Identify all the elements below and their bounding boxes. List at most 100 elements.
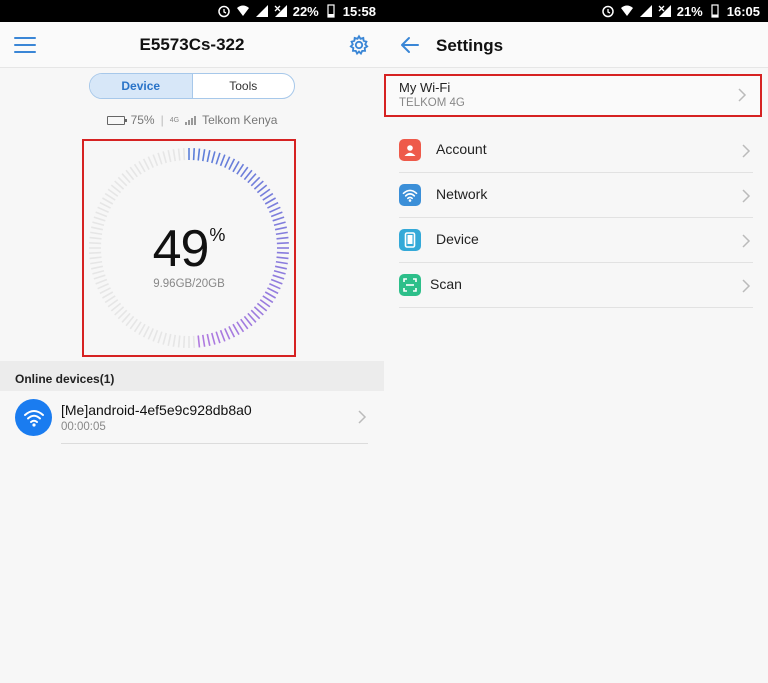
gauge-tick-used [211,151,216,164]
carrier-name: Telkom Kenya [202,113,278,127]
gauge-tick-used [267,201,279,209]
scan-icon [399,274,421,296]
gauge-tick-remaining [167,150,172,163]
network-type: 4G [169,116,180,124]
status-bar: 21% 16:05 [384,0,768,22]
separator: | [160,113,164,127]
tab-device[interactable]: Device [90,74,193,98]
usage-amount: 9.96GB/20GB [153,278,225,290]
gauge-tick-remaining [104,192,116,201]
gauge-tick-remaining [152,329,159,342]
gauge-tick-remaining [97,206,109,213]
gauge-tick-used [206,150,211,163]
tab-tools[interactable]: Tools [193,74,295,98]
wifi-network-name: TELKOM 4G [399,97,465,109]
chevron-right-icon [742,234,751,248]
data-usage-gauge: 49% 9.96GB/20GB [82,139,296,357]
gauge-tick-used [228,158,236,170]
clock: 15:58 [342,3,376,19]
signal-icon [639,4,653,18]
gauge-tick-used [201,334,206,347]
back-arrow-icon[interactable] [400,35,420,55]
gauge-tick-remaining [172,334,177,347]
chevron-right-icon [358,410,367,424]
gauge-tick-remaining [167,333,172,346]
gauge-tick-remaining [107,299,119,308]
gauge-tick-remaining [129,166,138,178]
gauge-tick-used [215,331,221,344]
gauge-tick-remaining [101,197,114,205]
gauge-tick-used [262,295,274,304]
gauge-tick-used [228,326,236,338]
gauge-tick-remaining [147,156,154,168]
router-dashboard-screen: 22% 15:58 E5573Cs-322 Device Tools 75% | [0,0,384,683]
gauge-tick-used [197,335,201,348]
gauge-tick-remaining [177,335,181,348]
gauge-tick-used [224,156,231,168]
gauge-tick-used [269,206,281,213]
menu-item-device[interactable]: Device [384,218,768,263]
gauge-tick-remaining [157,331,163,344]
list-item[interactable]: [Me]android-4ef5e9c928db8a0 00:00:05 [0,394,384,444]
battery-percent: 21% [676,3,703,19]
gauge-tick-remaining [192,335,196,348]
gauge-tick-remaining [162,332,167,345]
gauge-tick-remaining [129,318,138,330]
wifi-icon [399,184,421,206]
gauge-tick-used [236,321,245,333]
gauge-tick-used [219,154,226,167]
no-signal-icon [274,4,288,18]
signal-icon [255,4,269,18]
gauge-tick-remaining [95,211,108,218]
battery-icon [708,4,722,18]
screens: 22% 15:58 E5573Cs-322 Device Tools 75% | [0,0,768,683]
gauge-tick-remaining [182,148,186,161]
menu-item-account[interactable]: Account [384,128,768,173]
gauge-tick-used [240,166,249,178]
menu-item-label: Account [436,141,487,157]
wifi-icon [15,399,52,436]
wifi-status-icon [236,4,250,18]
gauge-tick-used [232,160,240,173]
status-bar: 22% 15:58 [0,0,384,22]
gauge-tick-used [197,148,201,161]
usage-percentage: 49% [152,220,226,278]
wifi-title: My Wi-Fi [399,80,451,95]
gauge-tick-remaining [182,335,186,348]
gauge-tick-used [264,197,277,205]
device-name: [Me]android-4ef5e9c928db8a0 [61,402,252,418]
gear-icon[interactable] [348,34,370,56]
connection-status: 75% | 4G Telkom Kenya [0,113,384,127]
gauge-tick-used [211,332,216,345]
chevron-right-icon [738,88,747,102]
divider [399,307,753,308]
alarm-icon [601,4,615,18]
chevron-right-icon [742,279,751,293]
menu-item-scan[interactable]: Scan [384,263,768,308]
chevron-right-icon [742,144,751,158]
my-wifi-item[interactable]: My Wi-Fi TELKOM 4G [384,74,762,117]
gauge-tick-used [224,328,231,340]
online-devices-header: Online devices(1) [0,361,384,391]
gauge-tick-used [236,163,245,175]
gauge-tick-remaining [107,188,119,197]
gauge-tick-remaining [162,151,167,164]
gauge-tick-used [264,291,277,299]
no-signal-icon [658,4,672,18]
gauge-tick-remaining [152,154,159,167]
view-tabs: Device Tools [89,73,295,99]
app-bar: Settings [384,22,768,68]
gauge-tick-used [232,323,240,336]
divider [61,443,368,444]
clock: 16:05 [726,3,760,19]
gauge-tick-used [192,148,196,161]
gauge-tick-remaining [101,291,114,299]
battery-percent: 22% [292,3,319,19]
gauge-tick-remaining [138,160,146,173]
signal-bars-icon [185,115,197,125]
gauge-tick-used [240,318,249,330]
gauge-tick-remaining [157,152,163,165]
battery-icon [324,4,338,18]
menu-item-network[interactable]: Network [384,173,768,218]
account-icon [399,139,421,161]
